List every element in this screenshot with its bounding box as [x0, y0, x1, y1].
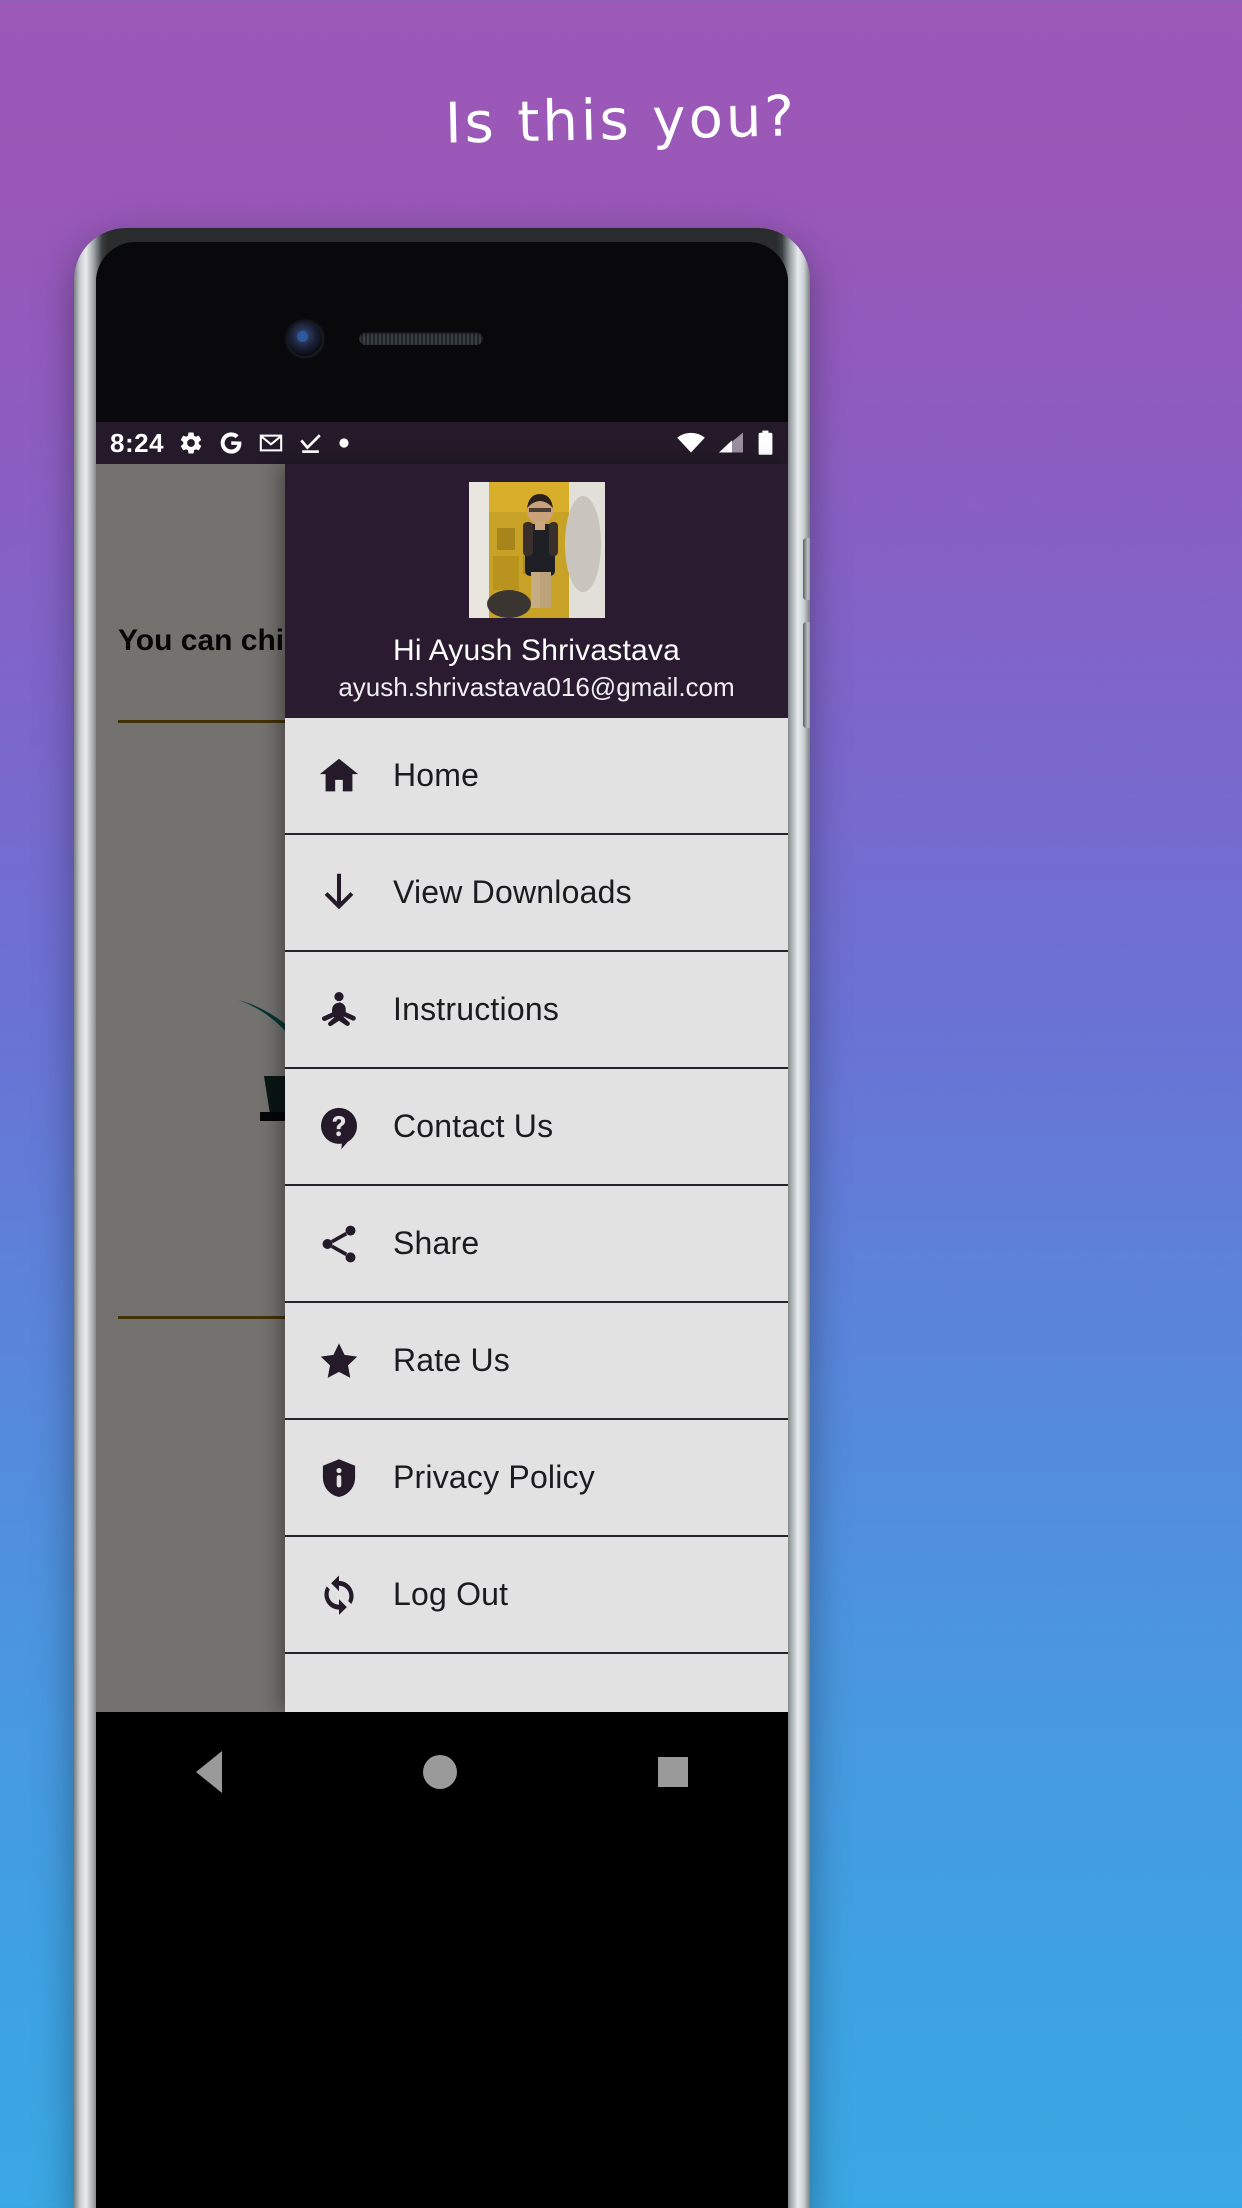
- status-bar-clock: 8:24: [110, 427, 165, 458]
- drawer-item-instructions[interactable]: Instructions: [285, 952, 788, 1069]
- avatar[interactable]: [468, 482, 605, 618]
- drawer-item-label: Instructions: [393, 991, 560, 1027]
- download-arrow-icon: [285, 870, 393, 916]
- share-icon: [285, 1221, 393, 1267]
- drawer-item-share[interactable]: Share: [285, 1186, 788, 1303]
- drawer-item-home[interactable]: Home: [285, 718, 788, 835]
- drawer-account-header[interactable]: Hi Ayush Shrivastava ayush.shrivastava01…: [285, 464, 788, 718]
- navigation-drawer: Hi Ayush Shrivastava ayush.shrivastava01…: [285, 464, 788, 1712]
- drawer-item-privacy-policy[interactable]: Privacy Policy: [285, 1420, 788, 1537]
- device-screen: 8:24 Hi Ayush Shrivastava ayush.shrivast…: [96, 422, 788, 1712]
- drawer-menu-list: Home View Downloads Instructions Contact…: [285, 718, 788, 1712]
- recents-button[interactable]: [657, 1757, 688, 1787]
- shield-info-icon: [285, 1455, 393, 1501]
- drawer-item-label: Privacy Policy: [393, 1459, 595, 1495]
- volume-button: [803, 538, 810, 600]
- star-icon: [285, 1338, 393, 1384]
- account-name: Hi Ayush Shrivastava: [393, 634, 680, 667]
- gmail-icon: [258, 430, 284, 456]
- dot-icon: [337, 436, 351, 450]
- help-bubble-icon: [285, 1104, 393, 1150]
- android-navigation-bar: [96, 1712, 788, 1832]
- google-g-icon: [218, 430, 244, 456]
- phone-screen-bezel: 8:24 Hi Ayush Shrivastava ayush.shrivast…: [96, 242, 788, 2208]
- phone-top-bezel: [96, 242, 788, 422]
- download-complete-icon: [298, 431, 323, 456]
- drawer-item-label: Contact Us: [393, 1108, 554, 1144]
- drawer-item-view-downloads[interactable]: View Downloads: [285, 835, 788, 952]
- drawer-item-label: Share: [393, 1225, 480, 1261]
- drawer-item-rate-us[interactable]: Rate Us: [285, 1303, 788, 1420]
- account-email: ayush.shrivastava016@gmail.com: [338, 672, 735, 702]
- battery-full-icon: [757, 430, 774, 456]
- phone-bottom-bezel: [96, 1832, 788, 2208]
- drawer-item-log-out[interactable]: Log Out: [285, 1537, 788, 1654]
- home-icon: [285, 753, 393, 799]
- gear-icon: [178, 430, 204, 456]
- front-camera-icon: [288, 322, 322, 356]
- home-button[interactable]: [422, 1755, 457, 1789]
- power-button: [803, 622, 810, 728]
- phone-device-frame: 8:24 Hi Ayush Shrivastava ayush.shrivast…: [74, 228, 810, 2208]
- drawer-item-label: Rate Us: [393, 1342, 510, 1378]
- promo-headline: Is this you?: [444, 84, 798, 157]
- drawer-empty-space: [285, 1654, 788, 1712]
- drawer-item-label: View Downloads: [393, 874, 632, 910]
- back-button[interactable]: [196, 1751, 223, 1793]
- drawer-item-label: Home: [393, 757, 480, 793]
- cellular-signal-icon: [718, 431, 745, 455]
- meditation-icon: [285, 987, 393, 1033]
- drawer-item-label: Log Out: [393, 1576, 509, 1612]
- drawer-item-contact-us[interactable]: Contact Us: [285, 1069, 788, 1186]
- earpiece-speaker: [359, 332, 483, 345]
- status-bar: 8:24: [96, 422, 788, 464]
- sync-icon: [285, 1572, 393, 1618]
- wifi-icon: [676, 431, 706, 455]
